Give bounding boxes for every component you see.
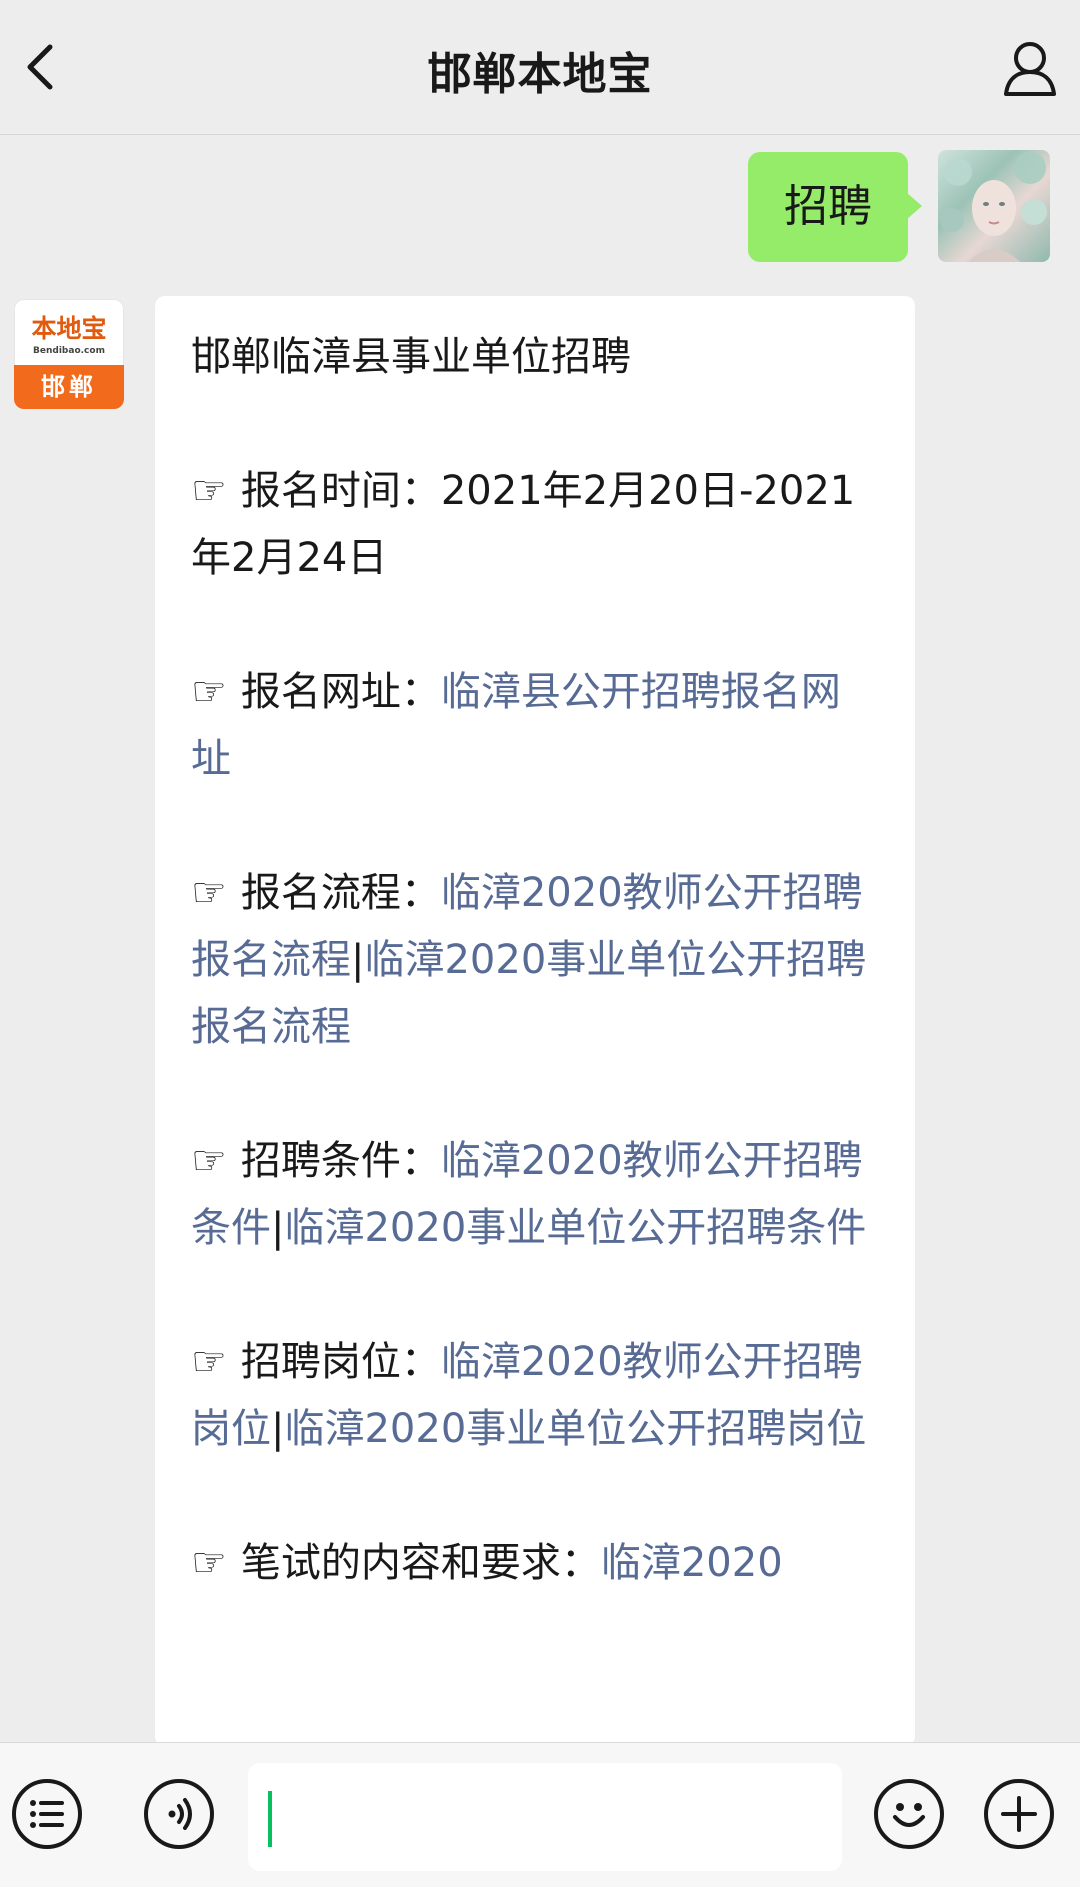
message-input[interactable] bbox=[248, 1763, 842, 1871]
exam-content-link[interactable]: 临漳2020 bbox=[601, 1540, 783, 1586]
voice-icon bbox=[168, 1798, 192, 1830]
outgoing-text: 招聘 bbox=[784, 181, 872, 232]
emoji-icon bbox=[893, 1803, 925, 1827]
pointing-hand-icon: ☞ bbox=[191, 1540, 227, 1586]
info-item-conditions: ☞ 招聘条件：临漳2020教师公开招聘条件|临漳2020事业单位公开招聘条件 bbox=[191, 1128, 879, 1262]
separator: | bbox=[351, 937, 365, 983]
plus-icon bbox=[1001, 1796, 1037, 1832]
page-title: 邯郸本地宝 bbox=[427, 49, 653, 100]
incoming-bubble: 邯郸临漳县事业单位招聘 ☞ 报名时间：2021年2月20日-2021年2月24日 … bbox=[155, 296, 915, 1746]
pointing-hand-icon: ☞ bbox=[191, 669, 227, 715]
pointing-hand-icon: ☞ bbox=[191, 1138, 227, 1184]
brand-logo-text: 本地宝 bbox=[31, 314, 107, 343]
info-item-exam: ☞ 笔试的内容和要求：临漳2020 bbox=[191, 1530, 879, 1597]
item-label: 报名流程： bbox=[240, 870, 441, 916]
outgoing-bubble[interactable]: 招聘 bbox=[748, 152, 922, 262]
pointing-hand-icon: ☞ bbox=[191, 1339, 227, 1385]
input-bar bbox=[0, 1742, 1080, 1887]
user-avatar[interactable] bbox=[938, 150, 1050, 262]
item-label: 报名网址： bbox=[240, 669, 441, 715]
portrait-illustration bbox=[940, 152, 1047, 262]
item-label: 笔试的内容和要求： bbox=[240, 1540, 601, 1586]
pointing-hand-icon: ☞ bbox=[191, 870, 227, 916]
menu-list-icon bbox=[30, 1800, 64, 1828]
separator: | bbox=[271, 1205, 285, 1251]
item-label: 招聘条件： bbox=[240, 1138, 441, 1184]
brand-avatar[interactable]: 本地宝 Bendibao.com 邯郸 bbox=[14, 299, 124, 409]
nav-header: 邯郸本地宝 bbox=[0, 0, 1080, 135]
item-label: 招聘岗位： bbox=[240, 1339, 441, 1385]
profile-button[interactable] bbox=[998, 36, 1062, 100]
brand-logo-city: 邯郸 bbox=[14, 365, 124, 409]
info-item-signup-url: ☞ 报名网址：临漳县公开招聘报名网址 bbox=[191, 659, 879, 793]
brand-logo-url: Bendibao.com bbox=[33, 346, 105, 356]
info-item-positions: ☞ 招聘岗位：临漳2020教师公开招聘岗位|临漳2020事业单位公开招聘岗位 bbox=[191, 1329, 879, 1463]
more-button[interactable] bbox=[984, 1779, 1054, 1849]
separator: | bbox=[271, 1406, 285, 1452]
message-title: 邯郸临漳县事业单位招聘 bbox=[191, 334, 631, 380]
item-label: 报名时间： bbox=[240, 468, 441, 514]
voice-button[interactable] bbox=[144, 1779, 214, 1849]
info-item-signup-time: ☞ 报名时间：2021年2月20日-2021年2月24日 bbox=[191, 458, 879, 592]
info-item-signup-process: ☞ 报名流程：临漳2020教师公开招聘报名流程|临漳2020事业单位公开招聘报名流… bbox=[191, 860, 879, 1061]
emoji-button[interactable] bbox=[874, 1779, 944, 1849]
text-caret bbox=[268, 1791, 272, 1847]
institution-positions-link[interactable]: 临漳2020事业单位公开招聘岗位 bbox=[284, 1406, 866, 1452]
person-icon bbox=[1004, 42, 1056, 96]
pointing-hand-icon: ☞ bbox=[191, 468, 227, 514]
institution-conditions-link[interactable]: 临漳2020事业单位公开招聘条件 bbox=[284, 1205, 866, 1251]
menu-button[interactable] bbox=[12, 1779, 82, 1849]
